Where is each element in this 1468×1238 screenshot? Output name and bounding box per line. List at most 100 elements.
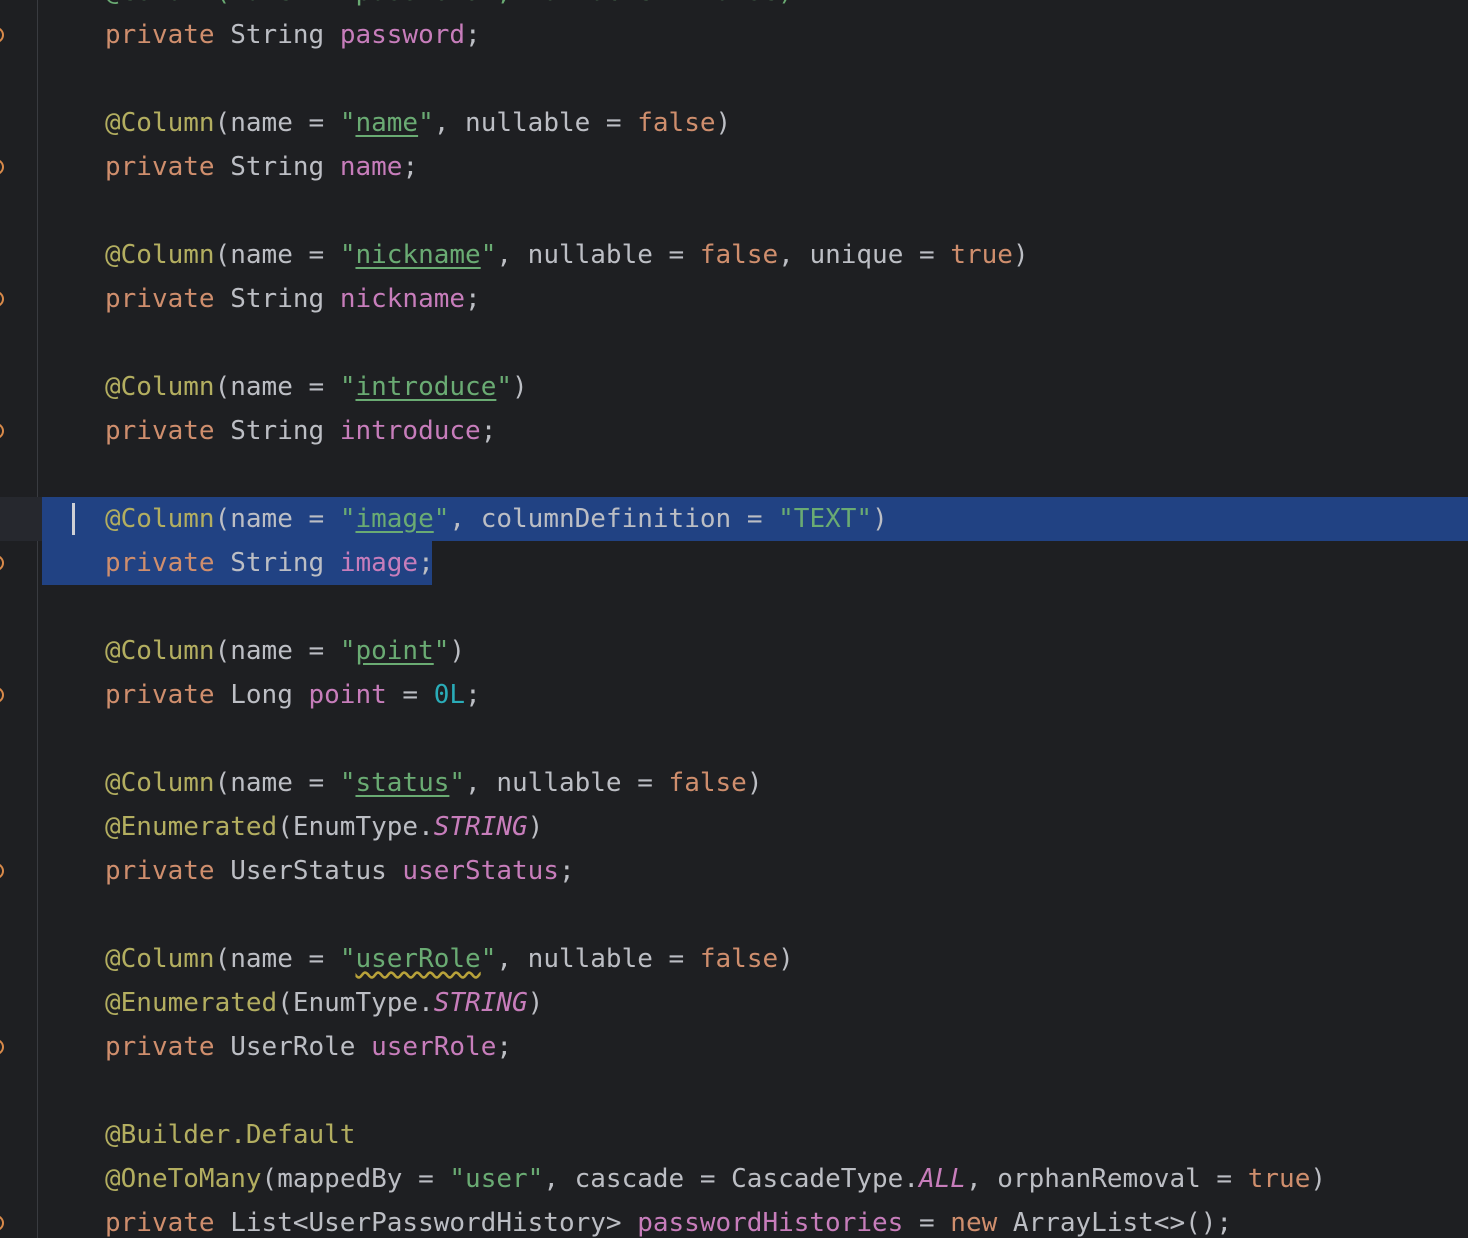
code-line[interactable]: @Column(name = "name", nullable = false) — [0, 101, 1468, 145]
gutter-marker-icon[interactable] — [0, 291, 4, 307]
code-token: @Column — [105, 240, 215, 270]
code-token: @Column — [105, 636, 215, 666]
code-line[interactable] — [0, 57, 1468, 101]
code-token: ) — [449, 636, 466, 666]
code-line[interactable]: private String nickname; — [0, 277, 1468, 321]
code-line[interactable]: @Column(name = "nickname", nullable = fa… — [0, 233, 1468, 277]
code-token: name — [339, 152, 403, 182]
gutter-marker-icon[interactable] — [0, 423, 4, 439]
code-token: private — [105, 152, 215, 182]
code-line[interactable]: private String password; — [0, 13, 1468, 57]
code-token: String — [214, 152, 340, 182]
code-line-text: @Column(name = "image", columnDefinition… — [105, 497, 888, 541]
code-token: List<UserPasswordHistory> — [214, 1208, 638, 1238]
code-token: new — [950, 1208, 998, 1238]
code-token: private — [105, 1208, 215, 1238]
gutter-marker-icon[interactable] — [0, 1039, 4, 1055]
code-token: private — [105, 284, 215, 314]
code-line[interactable]: private String name; — [0, 145, 1468, 189]
gutter-marker-icon[interactable] — [0, 27, 4, 43]
code-token: , unique = — [778, 240, 951, 270]
code-line-text: private String introduce; — [105, 409, 496, 453]
code-token: , nullable = — [433, 108, 638, 138]
code-token: ; — [496, 1032, 513, 1062]
code-line[interactable]: private UserStatus userStatus; — [0, 849, 1468, 893]
code-line-text: private List<UserPasswordHistory> passwo… — [105, 1201, 1232, 1238]
code-line[interactable]: @Column(name = "status", nullable = fals… — [0, 761, 1468, 805]
code-token: @OneToMany — [105, 1164, 262, 1194]
code-token: " — [339, 372, 356, 402]
code-token: String — [214, 548, 340, 578]
code-line-text: private UserStatus userStatus; — [105, 849, 575, 893]
gutter-marker-icon[interactable] — [0, 1215, 4, 1231]
code-token: userRole — [371, 1032, 497, 1062]
code-line[interactable] — [0, 453, 1468, 497]
code-token: @Enumerated — [105, 988, 278, 1018]
gutter-marker-icon[interactable] — [0, 159, 4, 175]
code-token: private — [105, 416, 215, 446]
code-line-text: private Long point = 0L; — [105, 673, 481, 717]
code-token: " — [339, 108, 356, 138]
code-token: , nullable = — [496, 240, 700, 270]
code-token: ) — [715, 108, 732, 138]
code-line[interactable]: @Column(name = "point") — [0, 629, 1468, 673]
code-line-text: @Builder.Default — [105, 1113, 355, 1157]
code-line[interactable]: @Column(name = "introduce") — [0, 365, 1468, 409]
code-token: (name = — [214, 944, 340, 974]
code-line[interactable] — [0, 717, 1468, 761]
code-line[interactable] — [0, 893, 1468, 937]
code-token: point — [355, 636, 434, 666]
code-line[interactable]: @Column(name = "image", columnDefinition… — [0, 497, 1468, 541]
code-line[interactable]: @Enumerated(EnumType.STRING) — [0, 981, 1468, 1025]
code-line-text: private String image; — [105, 541, 434, 585]
code-token: " — [339, 504, 356, 534]
code-token: (name = — [214, 108, 340, 138]
gutter-marker-icon[interactable] — [0, 863, 4, 879]
code-token: " — [480, 240, 497, 270]
code-line[interactable]: @Column(name = "userRole", nullable = fa… — [0, 937, 1468, 981]
code-line[interactable]: @Builder.Default — [0, 1113, 1468, 1157]
gutter-marker-icon[interactable] — [0, 555, 4, 571]
code-token: nickname — [339, 284, 466, 314]
code-token: " — [433, 636, 450, 666]
code-line[interactable]: private List<UserPasswordHistory> passwo… — [0, 1201, 1468, 1238]
code-token: UserStatus — [214, 856, 403, 886]
code-token: false — [637, 108, 716, 138]
code-line[interactable]: private Long point = 0L; — [0, 673, 1468, 717]
code-line[interactable]: @Enumerated(EnumType.STRING) — [0, 805, 1468, 849]
code-token: status — [355, 768, 450, 798]
code-line[interactable]: @OneToMany(mappedBy = "user", cascade = … — [0, 1157, 1468, 1201]
text-caret — [72, 503, 75, 535]
code-token: private — [105, 20, 215, 50]
code-line[interactable] — [0, 1069, 1468, 1113]
code-line[interactable] — [0, 189, 1468, 233]
code-token: " — [339, 944, 356, 974]
code-token: false — [699, 944, 779, 974]
code-token: ) — [512, 372, 528, 402]
code-token: String — [214, 284, 340, 314]
code-line-text: @Enumerated(EnumType.STRING) — [105, 805, 543, 849]
code-token: @Column — [105, 944, 215, 974]
code-line[interactable] — [0, 321, 1468, 365]
code-line[interactable]: private String image; — [0, 541, 1468, 585]
gutter-marker-icon[interactable] — [0, 687, 4, 703]
code-token: ) — [1012, 240, 1029, 270]
code-line[interactable] — [0, 585, 1468, 629]
code-line-text: @Column(name = "status", nullable = fals… — [105, 761, 762, 805]
code-line[interactable]: private UserRole userRole; — [0, 1025, 1468, 1069]
code-token: (name = — [214, 504, 340, 534]
code-token: ) — [527, 988, 544, 1018]
code-token: (name = — [214, 240, 340, 270]
code-token: (name = — [214, 636, 340, 666]
current-line-highlight — [0, 497, 42, 541]
code-token: , orphanRemoval = — [965, 1164, 1248, 1194]
code-token: ) — [778, 944, 794, 974]
code-line-text: private UserRole userRole; — [105, 1025, 512, 1069]
code-token: @Enumerated — [105, 812, 278, 842]
code-token: , columnDefinition = — [449, 504, 779, 534]
code-line-text: private String name; — [105, 145, 418, 189]
code-editor[interactable]: @Column(name = "password", nullable = fa… — [0, 0, 1468, 1238]
code-line-text: @Column(name = "userRole", nullable = fa… — [105, 937, 794, 981]
code-token: private — [105, 680, 215, 710]
code-line[interactable]: private String introduce; — [0, 409, 1468, 453]
